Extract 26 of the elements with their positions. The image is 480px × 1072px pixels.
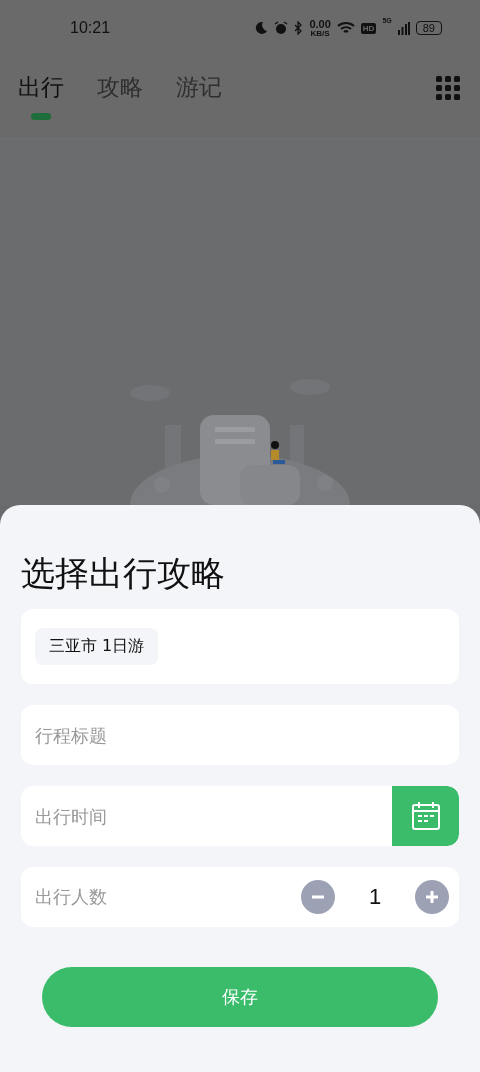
trip-title-field[interactable]: 行程标题 xyxy=(21,705,459,765)
trip-time-field[interactable]: 出行时间 xyxy=(21,786,392,846)
status-time: 10:21 xyxy=(70,19,111,37)
moon-icon xyxy=(254,21,269,35)
calendar-icon xyxy=(410,801,441,831)
wifi-icon xyxy=(336,21,355,35)
date-picker-field[interactable]: 出行时间 xyxy=(21,786,459,846)
tab[interactable]: 游记 xyxy=(176,72,222,120)
bluetooth-icon xyxy=(294,21,304,35)
network-speed: 0.00 KB/S xyxy=(309,18,331,38)
grid-menu-icon[interactable] xyxy=(436,76,460,100)
plus-icon xyxy=(424,889,440,905)
battery-level: 89 xyxy=(415,21,442,35)
travelers-count: 1 xyxy=(367,884,383,910)
increase-button[interactable] xyxy=(415,880,449,914)
travelers-label: 出行人数 xyxy=(34,885,108,909)
tab[interactable]: 出行 xyxy=(18,72,64,120)
signal-icon xyxy=(397,21,410,35)
sheet-title: 选择出行攻略 xyxy=(21,552,226,595)
tab[interactable]: 攻略 xyxy=(97,72,143,120)
decrease-button[interactable] xyxy=(301,880,335,914)
alarm-icon xyxy=(274,21,289,35)
guide-tag[interactable]: 三亚市 1日游 xyxy=(35,628,159,665)
hd-badge: HD xyxy=(360,22,377,34)
calendar-button[interactable] xyxy=(392,786,459,846)
save-button[interactable]: 保存 xyxy=(42,967,438,1027)
